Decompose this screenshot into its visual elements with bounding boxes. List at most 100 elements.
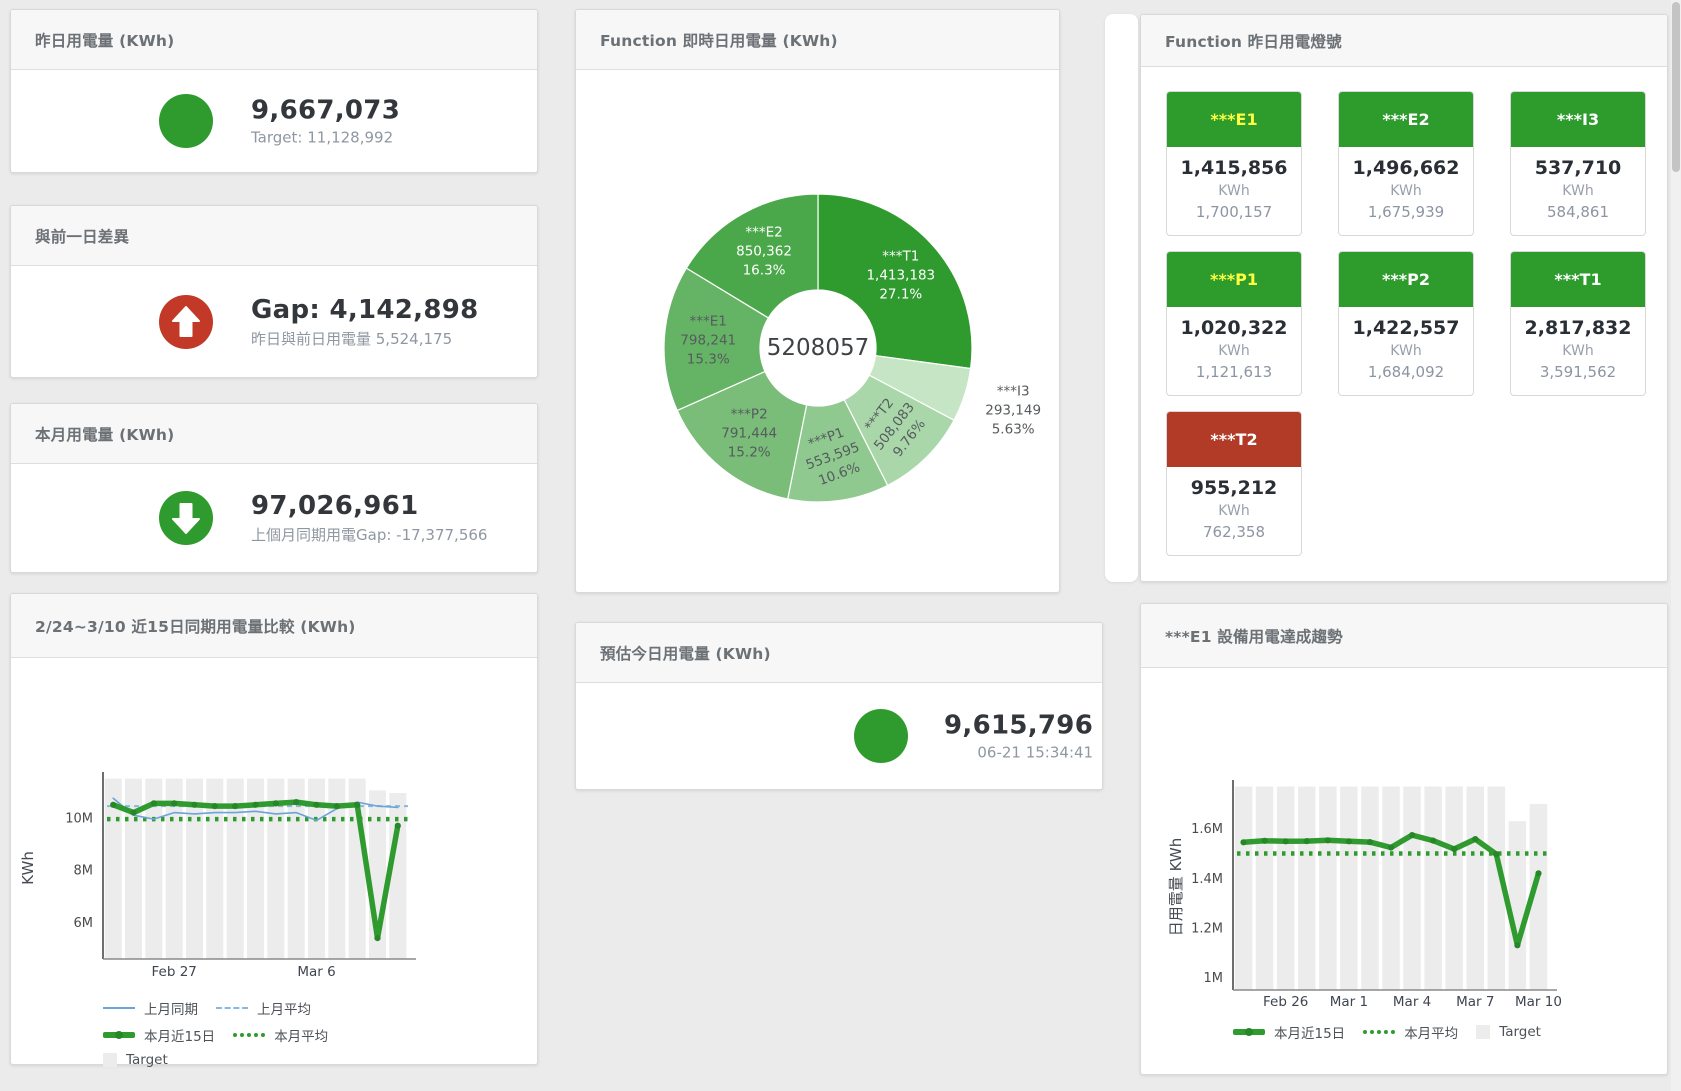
tile-value: 537,710 — [1511, 157, 1645, 180]
tile-target: 1,700,157 — [1167, 202, 1301, 223]
tile-unit: KWh — [1511, 180, 1645, 202]
tile-target: 1,121,613 — [1167, 362, 1301, 383]
tile-unit: KWh — [1167, 340, 1301, 362]
stat-subtitle: Target: 11,128,992 — [251, 129, 400, 147]
tile-label: ***P2 — [1382, 270, 1430, 289]
panel-title: ***E1 設備用電達成趨勢 — [1165, 625, 1343, 647]
svg-text:6M: 6M — [74, 916, 94, 931]
panel-e1-trend: ***E1 設備用電達成趨勢 1M1.2M1.4M1.6MFeb 26Mar 1… — [1140, 603, 1668, 1075]
tile-value: 1,496,662 — [1339, 157, 1473, 180]
panel-header[interactable]: Function 昨日用電燈號 — [1141, 15, 1667, 67]
lamp-tile: ***P11,020,322KWh1,121,613 — [1166, 251, 1302, 396]
legend-label: 上月平均 — [257, 998, 311, 1018]
panel-header[interactable]: 本月用電量 (KWh) — [11, 404, 537, 464]
legend-item[interactable]: 本月近15日 — [1233, 1022, 1345, 1042]
panel-header[interactable]: ***E1 設備用電達成趨勢 — [1141, 604, 1667, 668]
panel-header[interactable]: Function 即時日用電量 (KWh) — [576, 10, 1059, 70]
tile-header: ***P2 — [1339, 252, 1473, 307]
legend-swatch-dot-green — [1363, 1030, 1395, 1034]
legend-item[interactable]: 本月近15日 — [103, 1025, 215, 1045]
legend-item[interactable]: 本月平均 — [1363, 1022, 1458, 1042]
tile-label: ***T1 — [1554, 270, 1601, 289]
legend-item[interactable]: Target — [1476, 1022, 1541, 1042]
lamp-tile: ***T12,817,832KWh3,591,562 — [1510, 251, 1646, 396]
tile-value: 1,422,557 — [1339, 317, 1473, 340]
lamp-tile: ***P2 1,422,557KWh1,684,092 — [1338, 251, 1474, 396]
svg-text:Feb 26: Feb 26 — [1263, 994, 1308, 1010]
chart-legend: 上月同期 上月平均本月近15日 本月平均 Target — [103, 998, 413, 1075]
tile-unit: KWh — [1339, 340, 1473, 362]
tile-unit: KWh — [1511, 340, 1645, 362]
panel-title: Function 即時日用電量 (KWh) — [600, 29, 838, 51]
e1-trend-chart: 1M1.2M1.4M1.6MFeb 26Mar 1Mar 4Mar 7Mar 1… — [1141, 668, 1667, 1074]
down-arrow-icon — [159, 491, 213, 545]
lamp-tile: ***E21,496,662KWh1,675,939 — [1338, 91, 1474, 236]
status-circle — [159, 94, 213, 148]
chart-svg: 1M1.2M1.4M1.6MFeb 26Mar 1Mar 4Mar 7Mar 1… — [1141, 668, 1669, 1012]
stat-timestamp: 06-21 15:34:41 — [944, 744, 1093, 762]
panel-header[interactable]: 預估今日用電量 (KWh) — [576, 623, 1102, 683]
legend-swatch-bar-gray — [103, 1053, 117, 1067]
panel-header[interactable]: 昨日用電量 (KWh) — [11, 10, 537, 70]
stat-value: 9,615,796 — [944, 711, 1093, 741]
svg-text:Mar 1: Mar 1 — [1330, 994, 1368, 1010]
tile-header: ***P1 — [1167, 252, 1301, 307]
svg-text:Mar 6: Mar 6 — [297, 964, 335, 980]
svg-text:10M: 10M — [65, 811, 93, 826]
stat-value: 97,026,961 — [251, 491, 487, 521]
panel-title: 2/24~3/10 近15日同期用電量比較 (KWh) — [35, 615, 356, 637]
tile-header: ***E2 — [1339, 92, 1473, 147]
panel-title: Function 昨日用電燈號 — [1165, 30, 1342, 52]
tile-label: ***T2 — [1210, 430, 1257, 449]
legend-label: 本月近15日 — [1274, 1022, 1345, 1042]
stat-subtitle: 上個月同期用電Gap: -17,377,566 — [251, 524, 487, 545]
svg-text:1.2M: 1.2M — [1191, 922, 1223, 937]
tile-label: ***E2 — [1382, 110, 1429, 129]
svg-text:日用電量 KWh: 日用電量 KWh — [1167, 838, 1185, 936]
tile-target: 3,591,562 — [1511, 362, 1645, 383]
panel-title: 昨日用電量 (KWh) — [35, 29, 174, 51]
panel-compare-15days: 2/24~3/10 近15日同期用電量比較 (KWh) 6M8M10MFeb 2… — [10, 593, 538, 1065]
legend-swatch-dot-green — [233, 1033, 265, 1037]
stat-value: Gap: 4,142,898 — [251, 295, 479, 325]
tile-target: 762,358 — [1167, 522, 1301, 543]
tile-unit: KWh — [1167, 180, 1301, 202]
legend-swatch-line-blue — [103, 1007, 135, 1009]
tile-label: ***P1 — [1210, 270, 1258, 289]
legend-swatch-dash-blue — [216, 1007, 248, 1009]
lamp-tiles-grid: ***E11,415,856KWh1,700,157***E21,496,662… — [1166, 91, 1667, 556]
spacer-strip — [1105, 14, 1138, 582]
tile-header: ***I3 — [1511, 92, 1645, 147]
panel-header[interactable]: 與前一日差異 — [11, 206, 537, 266]
legend-item[interactable]: 上月同期 — [103, 998, 198, 1018]
legend-item[interactable]: 本月平均 — [233, 1025, 328, 1045]
legend-item[interactable]: Target — [103, 1052, 168, 1068]
legend-label: 本月平均 — [1404, 1022, 1458, 1042]
tile-target: 584,861 — [1511, 202, 1645, 223]
svg-text:Mar 10: Mar 10 — [1515, 994, 1562, 1010]
svg-text:1M: 1M — [1204, 971, 1224, 986]
scrollbar-thumb[interactable] — [1672, 2, 1680, 172]
tile-label: ***E1 — [1210, 110, 1257, 129]
compare-15days-chart: 6M8M10MFeb 27Mar 6KWh上月同期上月平均本月近15日本月平均T… — [11, 658, 537, 1064]
lamp-tile: ***E1 1,415,856KWh1,700,157 — [1166, 91, 1302, 236]
tile-header: ***T2 — [1167, 412, 1301, 467]
tile-value: 1,415,856 — [1167, 157, 1301, 180]
panel-month-usage: 本月用電量 (KWh) 97,026,961 上個月同期用電Gap: -17,3… — [10, 403, 538, 573]
panel-header[interactable]: 2/24~3/10 近15日同期用電量比較 (KWh) — [11, 594, 537, 658]
panel-title: 與前一日差異 — [35, 225, 129, 247]
panel-yesterday-usage: 昨日用電量 (KWh) 9,667,073 Target: 11,128,992 — [10, 9, 538, 173]
donut-chart: ***T11,413,18327.1%***I3293,1495.63%***T… — [576, 70, 1059, 592]
panel-lamp-status: Function 昨日用電燈號 ***E11,415,856KWh1,700,1… — [1140, 14, 1668, 582]
chart-svg: 6M8M10MFeb 27Mar 6KWh — [11, 658, 539, 988]
legend-label: 本月近15日 — [144, 1025, 215, 1045]
legend-swatch-thick-green — [103, 1032, 135, 1038]
legend-item[interactable]: 上月平均 — [216, 998, 311, 1018]
legend-label: 本月平均 — [274, 1025, 328, 1045]
panel-title: 預估今日用電量 (KWh) — [600, 642, 771, 664]
legend-swatch-bar-gray — [1476, 1025, 1490, 1039]
tile-value: 955,212 — [1167, 477, 1301, 500]
svg-text:Mar 4: Mar 4 — [1393, 994, 1431, 1010]
legend-label: Target — [126, 1052, 168, 1068]
tile-target: 1,684,092 — [1339, 362, 1473, 383]
